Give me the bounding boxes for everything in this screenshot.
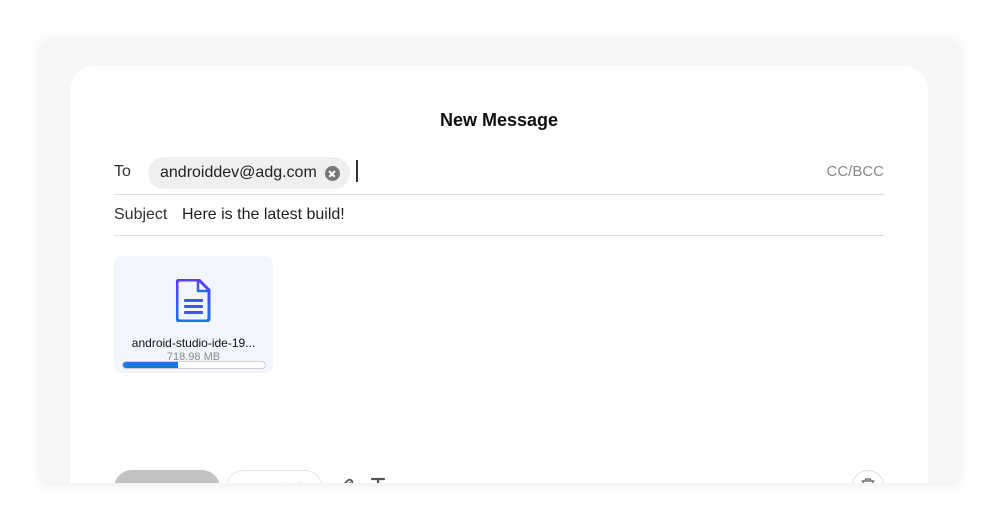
attachment-card[interactable]: android-studio-ide-19... 718.98 MB [114, 256, 273, 373]
recipient-email: androiddev@adg.com [160, 164, 317, 181]
subject-input[interactable]: Here is the latest build! [182, 206, 345, 224]
cc-bcc-link[interactable]: CC/BCC [826, 163, 884, 180]
recipient-chip[interactable]: androiddev@adg.com [148, 157, 350, 189]
compose-dialog: New Message To androiddev@adg.com CC/BCC… [70, 66, 928, 483]
save-draft-button[interactable]: Save draft [226, 470, 322, 483]
to-row: To androiddev@adg.com CC/BCC [114, 152, 884, 195]
dialog-title: New Message [439, 110, 559, 130]
remove-recipient-icon[interactable] [324, 165, 340, 181]
text-format-icon[interactable] [370, 476, 386, 483]
send-button[interactable] [114, 470, 220, 483]
subject-row: Subject Here is the latest build! [114, 195, 884, 236]
upload-progress-bar [122, 361, 266, 369]
paperclip-icon[interactable] [336, 476, 356, 483]
window-frame: New Message To androiddev@adg.com CC/BCC… [42, 42, 958, 483]
document-icon [176, 279, 211, 322]
attachment-filename: android-studio-ide-19... [131, 336, 256, 350]
trash-icon [861, 478, 875, 483]
delete-draft-button[interactable] [852, 470, 884, 483]
to-input-caret[interactable] [356, 160, 358, 182]
to-label: To [114, 163, 131, 180]
subject-label: Subject [114, 206, 168, 223]
upload-progress-fill [123, 362, 179, 368]
